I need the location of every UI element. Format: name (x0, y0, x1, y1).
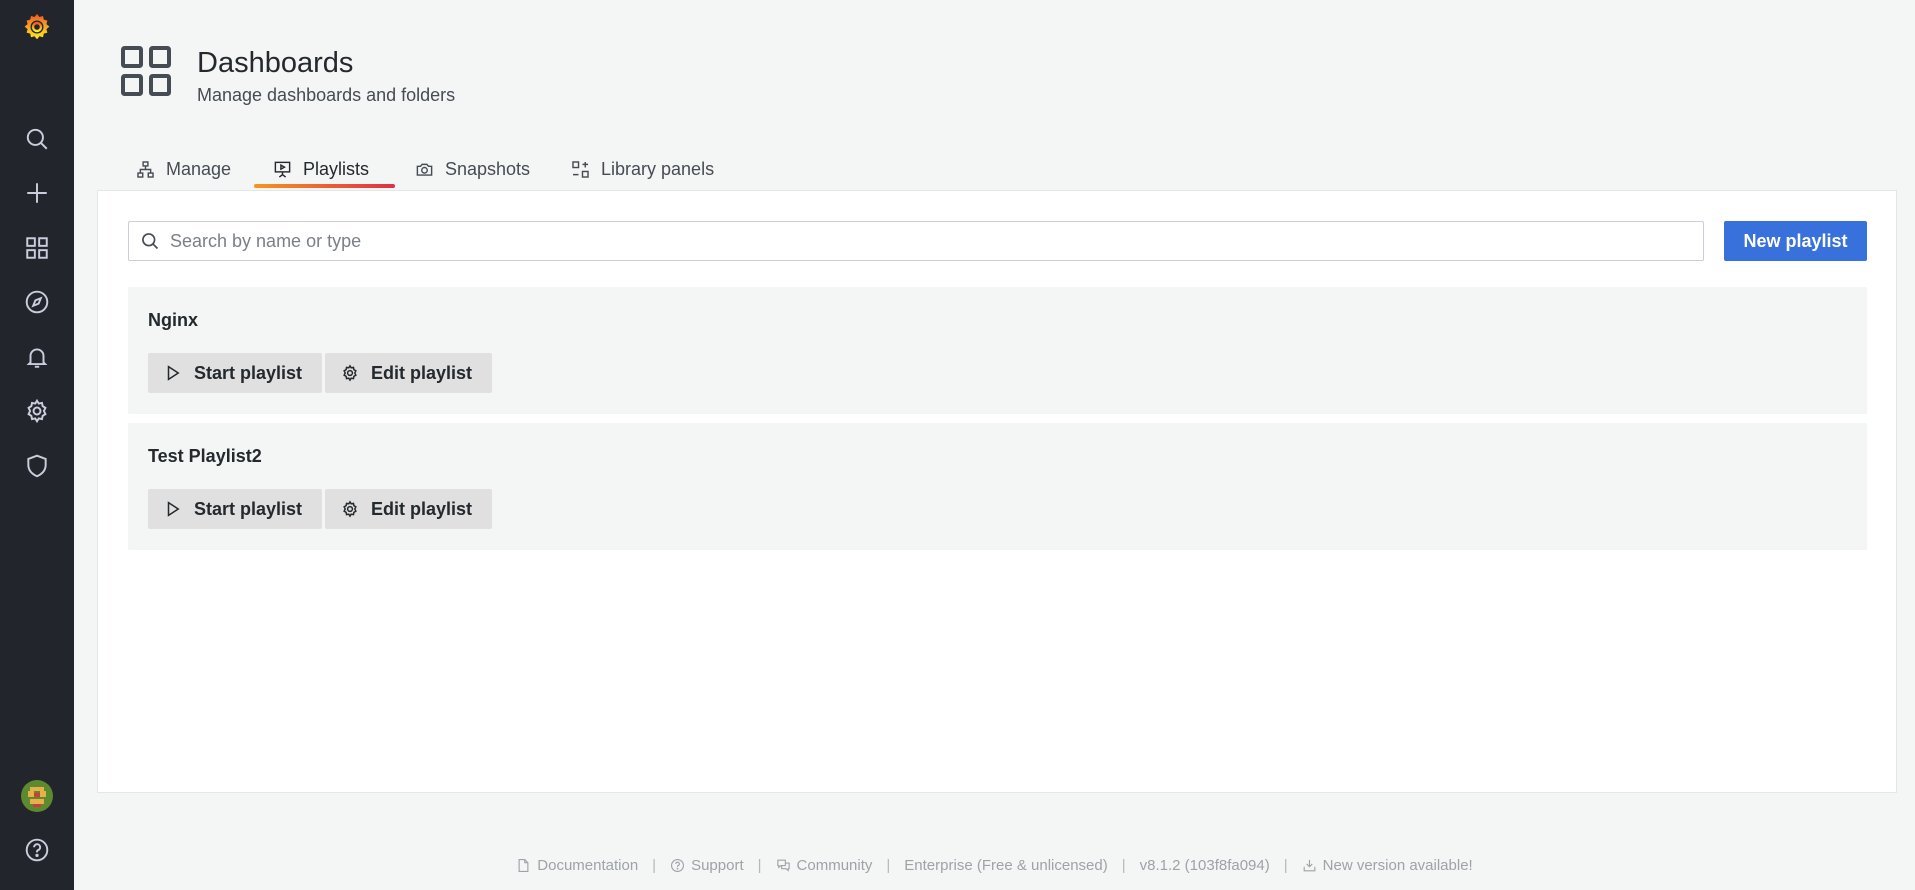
playlist-card: Test Playlist2 Start playlist Edit playl… (128, 423, 1867, 550)
page-subtitle: Manage dashboards and folders (197, 85, 456, 105)
presentation-play-icon (274, 161, 291, 178)
footer-edition-link[interactable]: Enterprise (Free & unlicensed) (904, 857, 1107, 874)
footer-community-label: Community (796, 856, 873, 874)
play-icon (167, 501, 180, 517)
playlist-name: Nginx (148, 310, 199, 330)
search-box[interactable] (128, 221, 1704, 261)
tab-library-panels-label: Library panels (601, 158, 715, 179)
tab-playlists-label: Playlists (303, 158, 370, 179)
footer-documentation-link[interactable]: Documentation (516, 857, 638, 874)
alerting-bell-icon[interactable] (18, 338, 56, 376)
page-title: Dashboards (197, 47, 354, 79)
camera-icon (416, 163, 433, 176)
footer: Documentation | Support | Community | En… (0, 855, 1915, 875)
footer-separator: | (652, 856, 657, 874)
start-playlist-button[interactable]: Start playlist (148, 489, 323, 529)
plus-icon[interactable] (18, 174, 56, 212)
document-icon (518, 858, 529, 872)
edit-playlist-label: Edit playlist (371, 362, 473, 383)
dashboards-grid-icon (121, 46, 171, 96)
edit-playlist-label: Edit playlist (371, 498, 473, 519)
footer-support-label: Support (691, 856, 744, 874)
grafana-logo-icon[interactable] (18, 8, 56, 46)
footer-separator: | (1283, 856, 1288, 874)
user-avatar[interactable] (18, 777, 56, 815)
question-circle-icon (671, 858, 685, 872)
footer-version: v8.1.2 (103f8fa094) (1140, 857, 1270, 874)
tab-snapshots-label: Snapshots (445, 158, 531, 179)
download-icon (1303, 859, 1316, 871)
footer-separator: | (1121, 856, 1126, 874)
active-tab-indicator (254, 184, 395, 188)
start-playlist-label: Start playlist (194, 362, 303, 383)
footer-documentation-label: Documentation (537, 856, 639, 874)
footer-update-link[interactable]: New version available! (1302, 857, 1473, 874)
new-playlist-button[interactable]: New playlist (1724, 221, 1867, 261)
server-admin-shield-icon[interactable] (18, 447, 56, 485)
cog-icon (343, 364, 357, 382)
cog-icon (343, 500, 357, 518)
explore-compass-icon[interactable] (18, 283, 56, 321)
footer-version-label: v8.1.2 (103f8fa094) (1139, 856, 1270, 874)
tab-snapshots[interactable]: Snapshots (415, 148, 530, 190)
edit-playlist-button[interactable]: Edit playlist (325, 353, 493, 393)
sitemap-icon (137, 160, 154, 178)
playlist-name: Test Playlist2 (148, 446, 262, 466)
sidebar (0, 0, 74, 890)
search-input[interactable] (168, 222, 1703, 260)
start-playlist-button[interactable]: Start playlist (148, 353, 323, 393)
tab-manage-label: Manage (166, 158, 232, 179)
footer-community-link[interactable]: Community (776, 856, 873, 874)
tab-manage[interactable]: Manage (136, 148, 231, 190)
library-panel-icon (572, 160, 589, 178)
footer-separator: | (757, 856, 762, 874)
comments-icon (776, 859, 790, 872)
footer-separator: | (886, 856, 891, 874)
footer-update-label: New version available! (1322, 856, 1473, 874)
playlists-panel: New playlist Nginx Start playlist Edit p… (97, 190, 1897, 793)
footer-edition-label: Enterprise (Free & unlicensed) (904, 856, 1108, 874)
search-icon[interactable] (18, 120, 56, 158)
play-icon (167, 365, 180, 381)
edit-playlist-button[interactable]: Edit playlist (325, 489, 493, 529)
playlist-card: Nginx Start playlist Edit playlist (128, 287, 1867, 414)
search-icon (142, 233, 159, 250)
configuration-gear-icon[interactable] (18, 392, 56, 430)
tab-library-panels[interactable]: Library panels (571, 148, 714, 190)
dashboards-grid-icon[interactable] (18, 229, 56, 267)
footer-support-link[interactable]: Support (670, 857, 744, 874)
start-playlist-label: Start playlist (194, 498, 303, 519)
